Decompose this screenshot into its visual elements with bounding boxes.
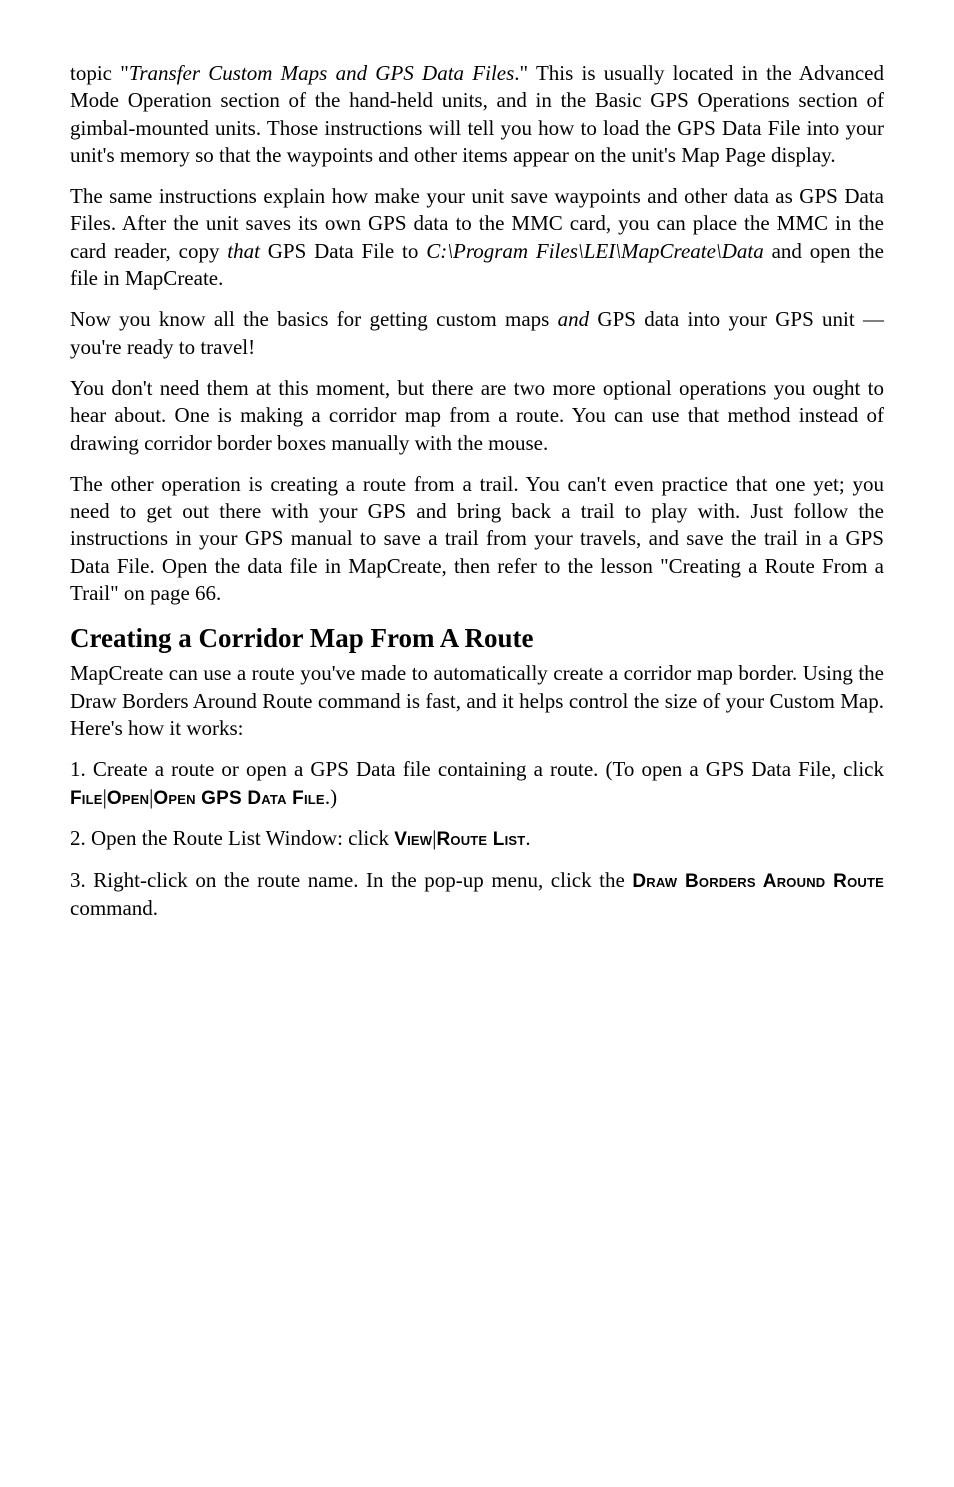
menu-view: View <box>394 829 432 850</box>
step-2: 2. Open the Route List Window: click Vie… <box>70 825 884 853</box>
menu-open: Open <box>107 788 149 809</box>
text: 3. Right-click on the route name. In the… <box>70 868 632 892</box>
menu-open-gps-data-file: Open GPS Data File <box>153 788 324 809</box>
text: topic " <box>70 61 129 85</box>
paragraph-5: The other operation is creating a route … <box>70 471 884 607</box>
italic-text: and <box>558 307 590 331</box>
paragraph-1: topic "Transfer Custom Maps and GPS Data… <box>70 60 884 169</box>
italic-text: Transfer Custom Maps and GPS Data Files <box>129 61 514 85</box>
text: 1. Create a route or open a GPS Data fil… <box>70 757 884 781</box>
italic-text: that <box>227 239 260 263</box>
section-heading: Creating a Corridor Map From A Route <box>70 621 884 656</box>
paragraph-4: You don't need them at this moment, but … <box>70 375 884 457</box>
text: Now you know all the basics for getting … <box>70 307 558 331</box>
menu-draw-borders-around-route: Draw Borders Around Route <box>632 871 884 892</box>
text: .) <box>325 785 337 809</box>
paragraph-2: The same instructions explain how make y… <box>70 183 884 292</box>
text: . <box>525 826 530 850</box>
step-1: 1. Create a route or open a GPS Data fil… <box>70 756 884 811</box>
step-3: 3. Right-click on the route name. In the… <box>70 867 884 922</box>
paragraph-3: Now you know all the basics for getting … <box>70 306 884 361</box>
paragraph-6: MapCreate can use a route you've made to… <box>70 660 884 742</box>
italic-path: C:\Program Files\LEI\MapCreate\Data <box>426 239 764 263</box>
text: GPS Data File to <box>260 239 426 263</box>
text: 2. Open the Route List Window: click <box>70 826 394 850</box>
text: command. <box>70 896 158 920</box>
menu-route-list: Route List <box>436 829 525 850</box>
menu-file: File <box>70 788 103 809</box>
